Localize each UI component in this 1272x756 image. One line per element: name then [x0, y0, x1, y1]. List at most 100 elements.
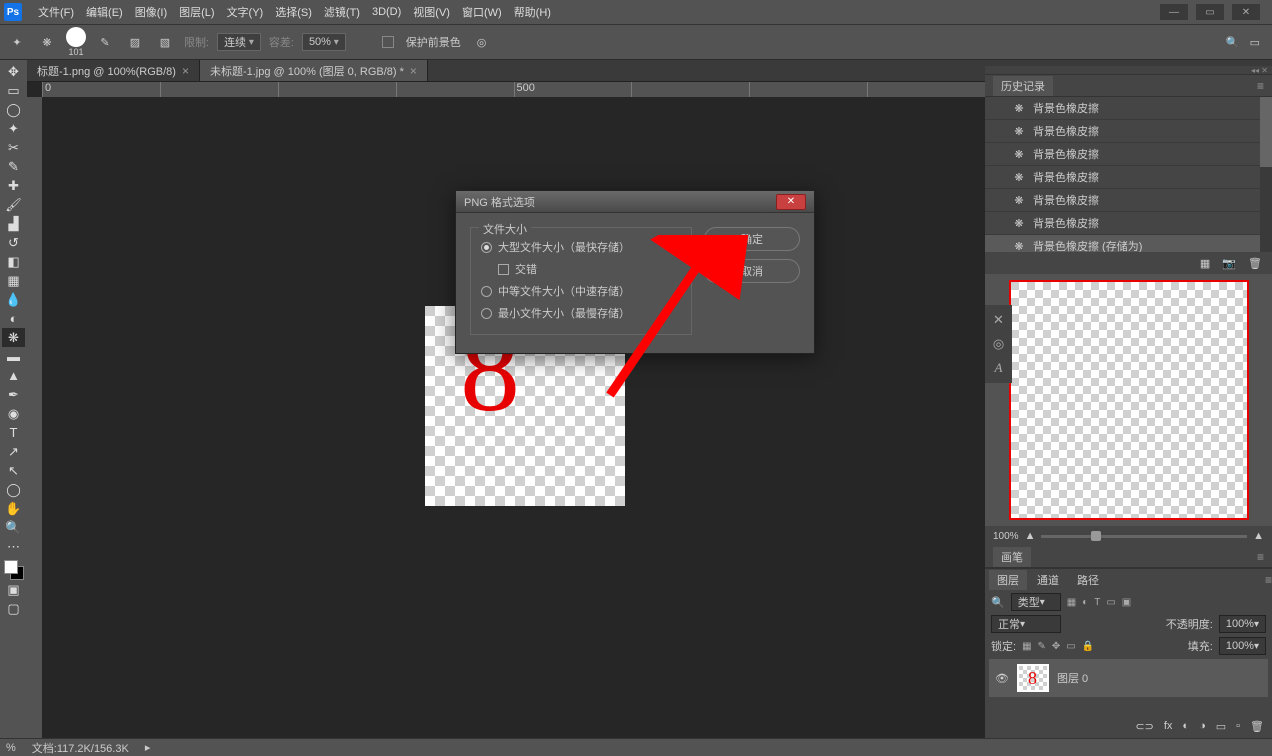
history-item[interactable]: ❋背景色橡皮擦 [985, 97, 1272, 120]
history-tab[interactable]: 历史记录 [993, 76, 1053, 96]
stamp-tool[interactable]: ▟ [2, 214, 25, 233]
filter-adjust-icon[interactable]: ◐ [1082, 597, 1088, 608]
crop-tool[interactable]: ✂ [2, 138, 25, 157]
menu-view[interactable]: 视图(V) [407, 4, 456, 20]
menu-edit[interactable]: 编辑(E) [80, 4, 129, 20]
fx-icon[interactable]: fx [1164, 720, 1173, 732]
current-tool-icon[interactable]: ✦ [6, 31, 28, 53]
scrollbar[interactable] [1260, 97, 1272, 252]
menu-layer[interactable]: 图层(L) [173, 4, 220, 20]
canvas-area[interactable]: 0500 8 [27, 82, 985, 738]
menu-type[interactable]: 文字(Y) [221, 4, 270, 20]
type-tool[interactable]: T [2, 423, 25, 442]
color-swatches[interactable] [4, 560, 24, 580]
tools-icon[interactable]: ✕ [988, 309, 1010, 331]
tolerance-field[interactable]: 50% ▾ [302, 33, 346, 51]
search-icon[interactable]: 🔍 [1226, 36, 1240, 49]
history-item[interactable]: ❋背景色橡皮擦 [985, 143, 1272, 166]
brush-preview[interactable] [66, 27, 86, 47]
doc-tab-2[interactable]: 未标题-1.jpg @ 100% (图层 0, RGB/8) *× [200, 60, 428, 81]
cancel-button[interactable]: 取消 [704, 259, 800, 283]
layers-tab[interactable]: 图层 [989, 570, 1027, 590]
layer-filter[interactable]: 类型 ▾ [1011, 593, 1061, 611]
zoom-in-icon[interactable]: ▲ [1253, 530, 1264, 542]
radio-large[interactable] [481, 242, 492, 253]
panel-menu-icon[interactable]: ≡ [1257, 79, 1264, 93]
trash-icon[interactable]: 🗑 [1248, 257, 1262, 270]
layer-row[interactable]: 👁 图层 0 [989, 659, 1268, 697]
sponge-tool[interactable]: ◉ [2, 404, 25, 423]
opacity-field[interactable]: 100% ▾ [1219, 615, 1266, 633]
path-tool[interactable]: ↗ [2, 442, 25, 461]
history-item[interactable]: ❋背景色橡皮擦 [985, 120, 1272, 143]
history-item[interactable]: ❋背景色橡皮擦 [985, 189, 1272, 212]
link-icon[interactable]: ⊂⊃ [1135, 720, 1153, 733]
status-doc-size[interactable]: 文档:117.2K/156.3K [32, 740, 129, 756]
brush-tab[interactable]: 画笔 [993, 547, 1031, 567]
menu-filter[interactable]: 滤镜(T) [318, 4, 366, 20]
layer-name[interactable]: 图层 0 [1057, 670, 1088, 686]
mask-icon[interactable]: ◐ [1182, 720, 1189, 732]
lock-all-icon[interactable]: 🔒 [1082, 641, 1094, 652]
bg-eraser-tool[interactable]: ❋ [2, 328, 25, 347]
cc-icon[interactable]: ◎ [988, 333, 1010, 355]
type-panel-icon[interactable]: A [988, 357, 1010, 379]
zoom-out-icon[interactable]: ▲ [1025, 530, 1036, 542]
pen-tool[interactable]: ✒ [2, 385, 25, 404]
lock-paint-icon[interactable]: ✎ [1038, 641, 1046, 652]
filter-image-icon[interactable]: ▦ [1067, 597, 1076, 608]
radio-small[interactable] [481, 308, 492, 319]
hand-tool[interactable]: ✋ [2, 499, 25, 518]
lock-position-icon[interactable]: ✥ [1052, 641, 1060, 652]
group-icon[interactable]: ▭ [1216, 720, 1226, 733]
new-layer-icon[interactable]: ▫ [1236, 720, 1240, 732]
menu-file[interactable]: 文件(F) [32, 4, 80, 20]
ellipse-tool[interactable]: ◯ [2, 480, 25, 499]
status-zoom[interactable]: % [6, 742, 16, 754]
menu-image[interactable]: 图像(I) [129, 4, 173, 20]
menu-window[interactable]: 窗口(W) [456, 4, 508, 20]
edit-toolbar[interactable]: ⋯ [2, 537, 25, 556]
interlace-checkbox[interactable] [498, 264, 509, 275]
menu-select[interactable]: 选择(S) [269, 4, 318, 20]
lasso-tool[interactable]: ◯ [2, 100, 25, 119]
zoom-value[interactable]: 100% [993, 531, 1019, 542]
blur-tool[interactable]: 💧 [2, 290, 25, 309]
eyedropper-tool[interactable]: ✎ [2, 157, 25, 176]
history-item[interactable]: ❋背景色橡皮擦 [985, 212, 1272, 235]
history-item-current[interactable]: ❋背景色橡皮擦 (存储为) [985, 235, 1272, 252]
close-button[interactable]: ✕ [1232, 4, 1260, 20]
delete-icon[interactable]: 🗑 [1250, 720, 1264, 733]
history-item[interactable]: ❋背景色橡皮擦 [985, 166, 1272, 189]
lock-pixels-icon[interactable]: ▦ [1022, 641, 1031, 652]
protect-fg-checkbox[interactable] [382, 36, 394, 48]
history-brush-tool[interactable]: ↺ [2, 233, 25, 252]
eraser-tool[interactable]: ◧ [2, 252, 25, 271]
radio-medium[interactable] [481, 286, 492, 297]
direct-tool[interactable]: ↖ [2, 461, 25, 480]
ok-button[interactable]: 确定 [704, 227, 800, 251]
paths-tab[interactable]: 路径 [1069, 570, 1107, 590]
navigator-thumbnail[interactable] [1009, 280, 1249, 520]
zoom-tool[interactable]: 🔍 [2, 518, 25, 537]
mask-mode[interactable]: ▣ [2, 580, 25, 599]
screen-mode[interactable]: ▢ [2, 599, 25, 618]
fill-field[interactable]: 100% ▾ [1219, 637, 1266, 655]
visibility-icon[interactable]: 👁 [995, 672, 1009, 685]
zoom-slider[interactable] [1041, 535, 1247, 538]
brush-tool[interactable]: 🖌 [2, 195, 25, 214]
panel-menu-icon[interactable]: ≡ [1265, 573, 1272, 587]
dialog-close-button[interactable]: ✕ [776, 194, 806, 210]
filter-type-icon[interactable]: T [1094, 597, 1100, 608]
minimize-button[interactable]: — [1160, 4, 1188, 20]
filter-shape-icon[interactable]: ▭ [1106, 597, 1115, 608]
heal-tool[interactable]: ✚ [2, 176, 25, 195]
workspace-icon[interactable]: ▭ [1250, 36, 1260, 49]
move-tool[interactable]: ✥ [2, 62, 25, 81]
close-tab-icon[interactable]: × [410, 64, 417, 78]
menu-3d[interactable]: 3D(D) [366, 6, 407, 18]
brush-settings-icon[interactable]: ✎ [94, 31, 116, 53]
maximize-button[interactable]: ▭ [1196, 4, 1224, 20]
filter-smart-icon[interactable]: ▣ [1122, 597, 1131, 608]
drop-tool[interactable]: ▲ [2, 366, 25, 385]
